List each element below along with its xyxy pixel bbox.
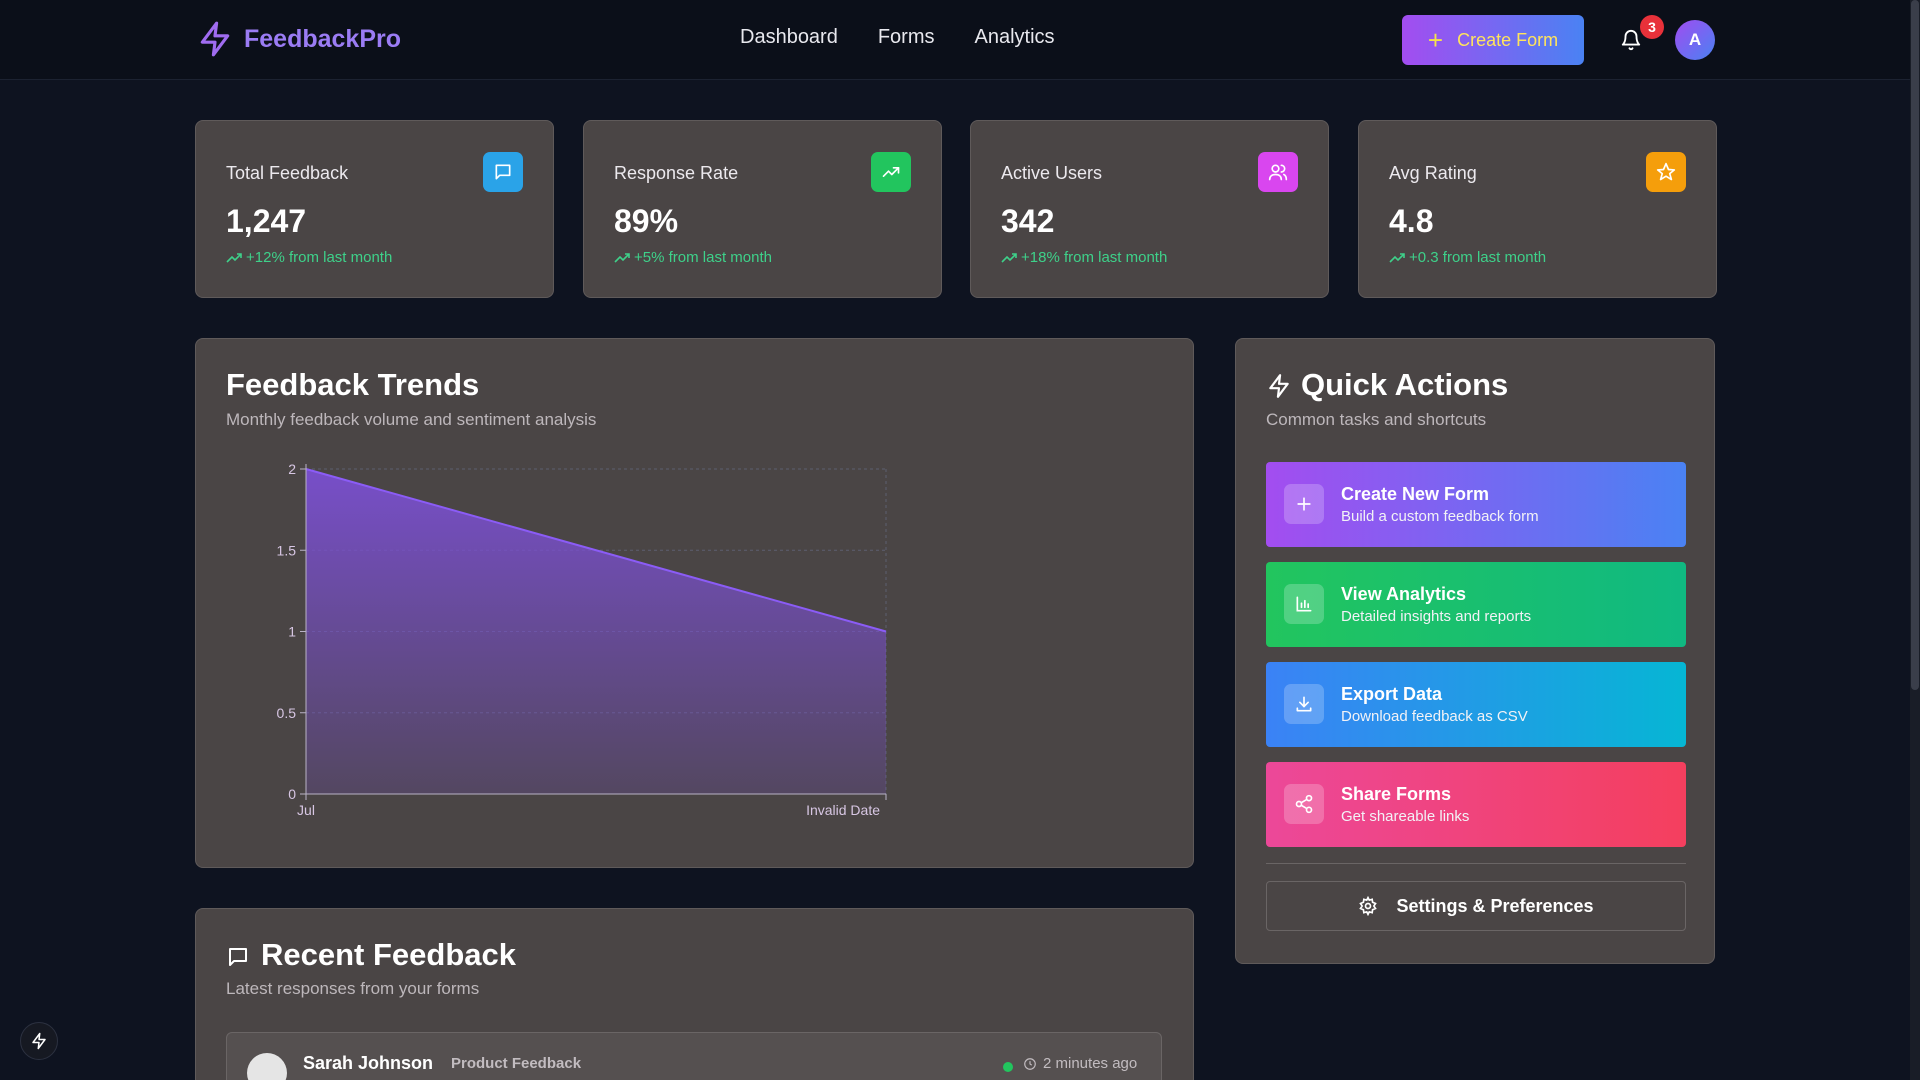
stat-card-active-users: Active Users 342 +18% from last month: [970, 120, 1329, 298]
trend-up-icon: [1001, 252, 1017, 263]
qa-title: Export Data: [1341, 684, 1443, 704]
create-form-button[interactable]: + Create Form: [1402, 15, 1584, 65]
trend-up-icon: [226, 252, 242, 263]
trending-up-icon: [871, 152, 911, 192]
stat-value: 1,247: [226, 203, 307, 239]
stat-change: +0.3 from last month: [1389, 249, 1546, 266]
message-icon: [483, 152, 523, 192]
brand-name: FeedbackPro: [244, 24, 402, 53]
stat-change-text: +0.3 from last month: [1409, 249, 1547, 266]
y-tick-label: 1: [288, 624, 296, 640]
create-form-label: Create Form: [1457, 29, 1559, 50]
stat-label: Total Feedback: [226, 163, 349, 183]
view-analytics-button[interactable]: View Analytics Detailed insights and rep…: [1266, 562, 1686, 647]
download-icon: [1284, 684, 1324, 724]
bar-chart-icon: [1284, 584, 1324, 624]
qa-title: Share Forms: [1341, 784, 1452, 804]
feedback-time: 2 minutes ago: [1023, 1055, 1137, 1072]
feedback-trends-panel: Feedback Trends Monthly feedback volume …: [195, 338, 1194, 868]
lightning-icon: [200, 21, 230, 57]
nav-dashboard[interactable]: Dashboard: [740, 26, 838, 49]
feedback-author: Sarah Johnson: [303, 1053, 434, 1073]
quick-actions-subtitle: Common tasks and shortcuts: [1266, 410, 1487, 429]
nav-analytics[interactable]: Analytics: [975, 26, 1055, 49]
stat-value: 4.8: [1389, 203, 1434, 239]
y-tick-label: 2: [288, 461, 296, 477]
stat-change: +18% from last month: [1001, 249, 1167, 266]
y-tick-label: 0: [288, 786, 296, 802]
stat-change: +12% from last month: [226, 249, 392, 266]
recent-feedback-panel: Recent Feedback Latest responses from yo…: [195, 908, 1194, 1080]
status-dot: [1003, 1062, 1013, 1072]
trend-chart: 0 0.5 1 1.5 2 Jul Invalid Date: [277, 461, 887, 818]
feedback-item[interactable]: Sarah Johnson Product Feedback 2 minutes…: [226, 1032, 1162, 1080]
settings-label: Settings & Preferences: [1396, 895, 1594, 916]
floating-action-button[interactable]: [20, 1022, 58, 1060]
message-icon: [229, 948, 247, 966]
feedback-form-name: Product Feedback: [451, 1055, 582, 1072]
divider: [1266, 863, 1686, 864]
recent-feedback-title: Recent Feedback: [261, 937, 516, 972]
settings-preferences-button[interactable]: Settings & Preferences: [1266, 881, 1686, 931]
stat-card-avg-rating: Avg Rating 4.8 +0.3 from last month: [1358, 120, 1717, 298]
trend-up-icon: [1389, 252, 1405, 263]
x-tick-label: Jul: [297, 802, 315, 818]
clock-icon: [1024, 1057, 1036, 1070]
quick-actions-panel: Quick Actions Common tasks and shortcuts…: [1235, 338, 1715, 964]
stat-change: +5% from last month: [614, 249, 772, 266]
scrollbar-thumb[interactable]: [1911, 0, 1919, 690]
stat-value: 342: [1001, 203, 1055, 239]
lightning-icon: [1269, 374, 1289, 398]
top-header: FeedbackPro Dashboard Forms Analytics + …: [0, 0, 1910, 80]
feedback-time-text: 2 minutes ago: [1043, 1055, 1138, 1072]
x-tick-label: Invalid Date: [806, 802, 880, 818]
stat-card-total-feedback: Total Feedback 1,247 +12% from last mont…: [195, 120, 554, 298]
qa-title: Create New Form: [1341, 484, 1490, 504]
plus-icon: [1284, 484, 1324, 524]
brand-logo[interactable]: FeedbackPro: [196, 20, 401, 58]
bell-icon[interactable]: [1620, 28, 1642, 52]
export-data-button[interactable]: Export Data Download feedback as CSV: [1266, 662, 1686, 747]
stat-label: Avg Rating: [1389, 163, 1477, 183]
stat-change-text: +5% from last month: [634, 249, 772, 266]
nav-forms[interactable]: Forms: [878, 26, 935, 49]
user-avatar[interactable]: A: [1675, 20, 1715, 60]
notification-badge: 3: [1640, 15, 1664, 39]
y-tick-label: 1.5: [277, 542, 297, 558]
trend-up-icon: [614, 252, 630, 263]
y-tick-label: 0.5: [277, 705, 297, 721]
share-icon: [1284, 784, 1324, 824]
stat-label: Response Rate: [614, 163, 739, 183]
create-new-form-button[interactable]: Create New Form Build a custom feedback …: [1266, 462, 1686, 547]
main-nav: Dashboard Forms Analytics: [740, 26, 1095, 49]
gear-icon: [1359, 896, 1378, 916]
qa-desc: Detailed insights and reports: [1341, 608, 1532, 625]
recent-feedback-subtitle: Latest responses from your forms: [226, 979, 480, 998]
stat-change-text: +12% from last month: [246, 249, 393, 266]
avatar: [247, 1053, 287, 1080]
stat-value: 89%: [614, 203, 679, 239]
stat-card-response-rate: Response Rate 89% +5% from last month: [583, 120, 942, 298]
quick-actions-title: Quick Actions: [1301, 367, 1509, 402]
qa-desc: Get shareable links: [1341, 808, 1470, 825]
area-series: [306, 469, 886, 794]
star-icon: [1646, 152, 1686, 192]
stat-label: Active Users: [1001, 163, 1103, 183]
users-icon: [1258, 152, 1298, 192]
qa-title: View Analytics: [1341, 584, 1467, 604]
share-forms-button[interactable]: Share Forms Get shareable links: [1266, 762, 1686, 847]
plus-icon: +: [1427, 25, 1444, 55]
qa-desc: Build a custom feedback form: [1341, 508, 1539, 525]
lightning-icon: [32, 1032, 46, 1050]
qa-desc: Download feedback as CSV: [1341, 708, 1528, 725]
stat-change-text: +18% from last month: [1021, 249, 1168, 266]
